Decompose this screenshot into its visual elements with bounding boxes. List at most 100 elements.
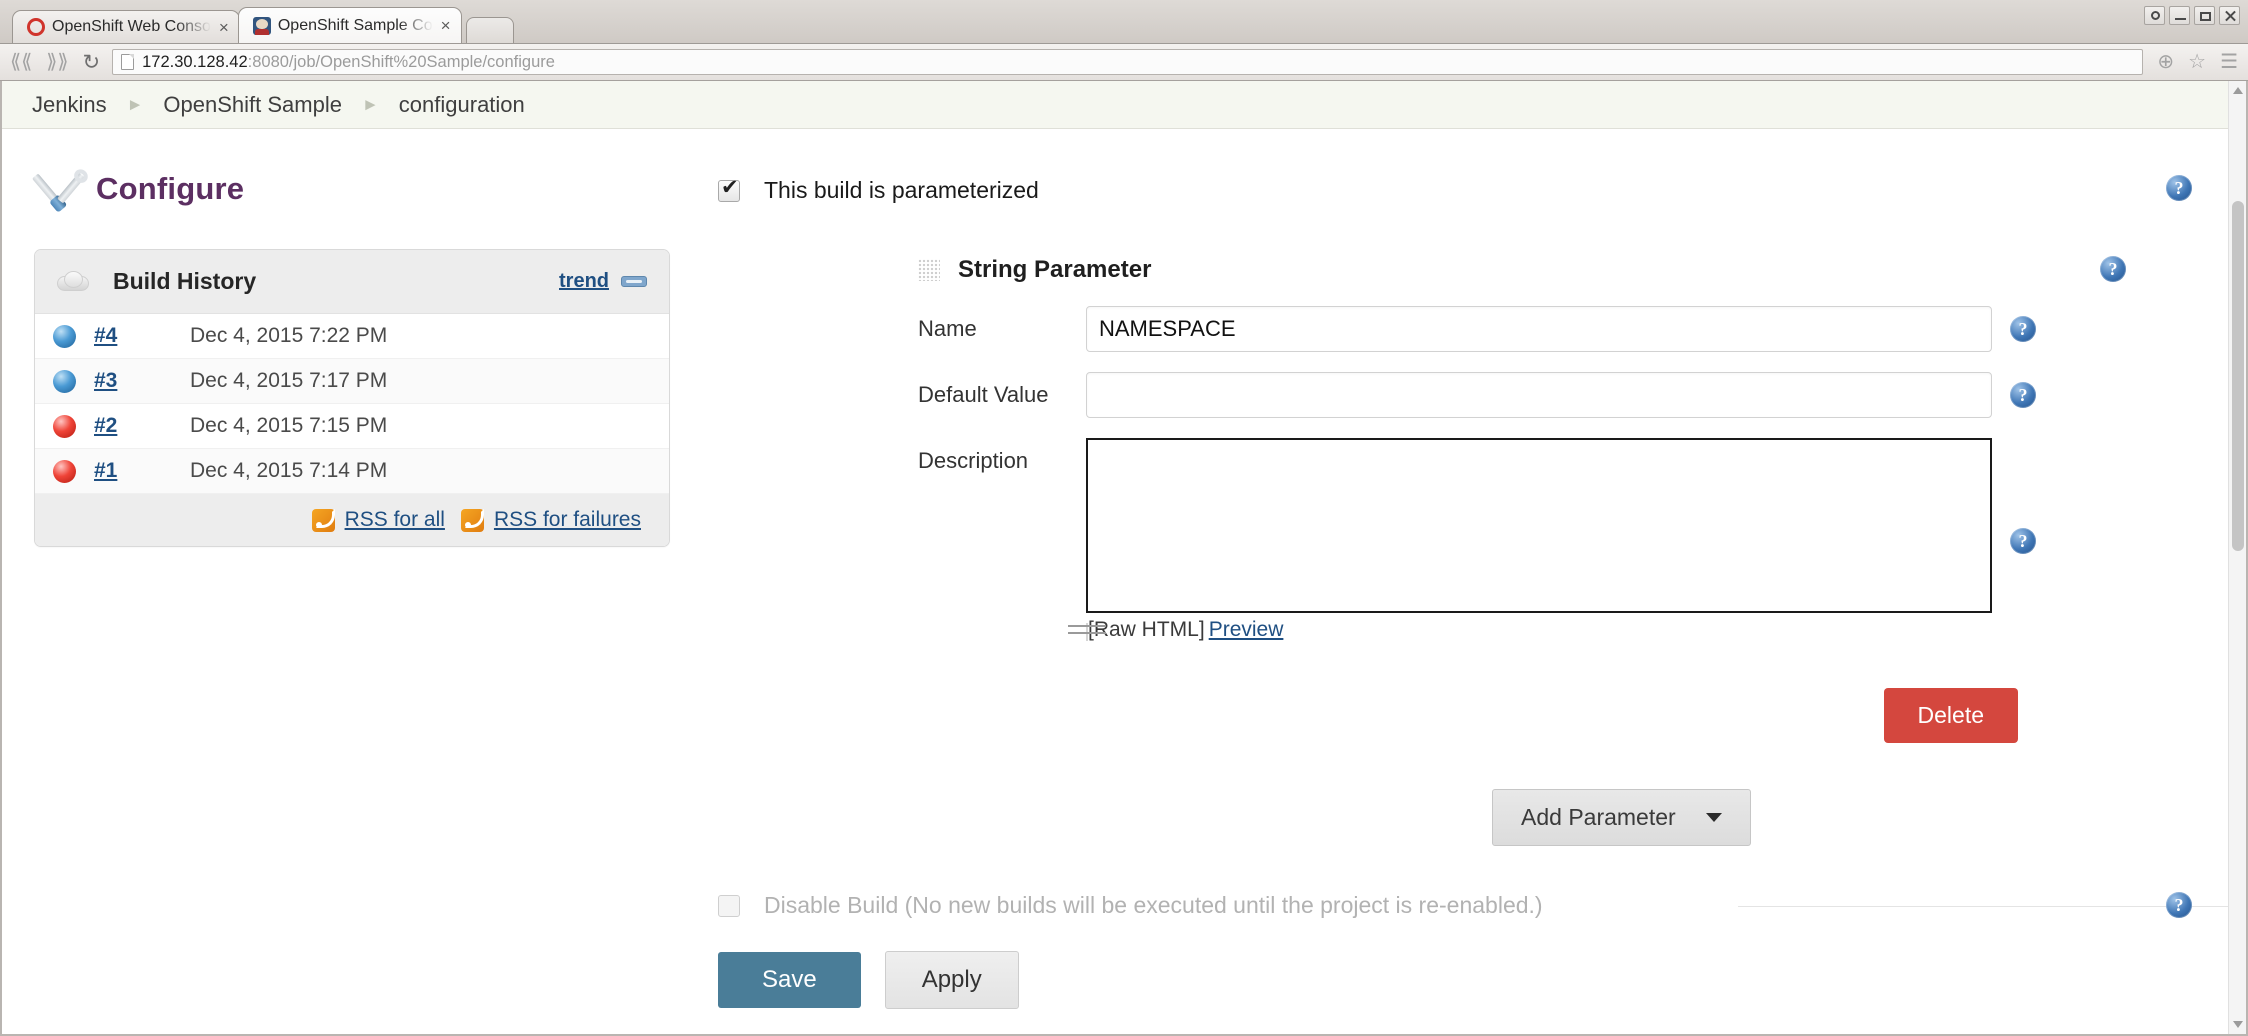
- build-number-link[interactable]: #3: [94, 369, 190, 393]
- string-parameter-header: String Parameter ?: [918, 256, 2126, 284]
- tools-icon: [32, 167, 85, 211]
- help-icon[interactable]: ?: [2010, 382, 2036, 408]
- user-icon[interactable]: [2144, 6, 2165, 25]
- close-icon[interactable]: ×: [441, 17, 451, 34]
- string-parameter-title: String Parameter: [958, 256, 1152, 283]
- build-list: #4 Dec 4, 2015 7:22 PM #3 Dec 4, 2015 7:…: [35, 314, 669, 494]
- scroll-down-arrow-icon[interactable]: [2233, 1021, 2243, 1028]
- table-row[interactable]: #1 Dec 4, 2015 7:14 PM: [35, 449, 669, 494]
- preview-link[interactable]: Preview: [1209, 618, 1284, 641]
- page-title-text: Configure: [96, 171, 245, 206]
- help-icon[interactable]: ?: [2010, 316, 2036, 342]
- back-icon[interactable]: ⟪⟪: [10, 52, 32, 72]
- browser-tab-openshift-web-console[interactable]: OpenShift Web Conso ×: [12, 10, 240, 43]
- nav-buttons: ⟪⟪ ⟫⟫ ↻: [10, 52, 100, 73]
- window-controls: [2144, 6, 2240, 25]
- build-date: Dec 4, 2015 7:15 PM: [190, 414, 388, 437]
- configure-form: This build is parameterized ? String Par…: [702, 129, 2228, 1033]
- build-history-title: Build History: [113, 268, 257, 294]
- scroll-up-arrow-icon[interactable]: [2233, 87, 2243, 94]
- apply-button[interactable]: Apply: [884, 951, 1019, 1009]
- default-value-input[interactable]: [1086, 372, 1992, 418]
- sidebar: Configure Build History trend #4 Dec 4, …: [2, 129, 702, 1033]
- page-icon: [121, 54, 135, 70]
- description-label: Description: [918, 448, 1029, 473]
- table-row[interactable]: #4 Dec 4, 2015 7:22 PM: [35, 314, 669, 359]
- raw-html-row: [Raw HTML] Preview: [1088, 618, 1283, 641]
- name-input[interactable]: [1086, 306, 1992, 352]
- rss-for-all-link[interactable]: RSS for all: [345, 508, 445, 532]
- tab-strip: OpenShift Web Conso × OpenShift Sample C…: [12, 0, 514, 43]
- build-history-panel: Build History trend #4 Dec 4, 2015 7:22 …: [34, 249, 670, 547]
- rss-icon: [311, 508, 335, 532]
- table-row[interactable]: #3 Dec 4, 2015 7:17 PM: [35, 359, 669, 404]
- build-number-link[interactable]: #2: [94, 414, 190, 438]
- parameterized-label: This build is parameterized: [764, 177, 1039, 203]
- forward-icon[interactable]: ⟫⟫: [46, 52, 68, 72]
- delete-button[interactable]: Delete: [1883, 688, 2018, 743]
- new-tab-button[interactable]: [465, 17, 514, 43]
- build-number-link[interactable]: #4: [94, 324, 190, 348]
- page-title: Configure: [32, 167, 702, 211]
- openshift-icon: [27, 18, 45, 36]
- name-field-row: Name ?: [918, 306, 2036, 352]
- navbar-right-icons: ⊕ ☆ ☰: [2157, 52, 2238, 72]
- table-row[interactable]: #2 Dec 4, 2015 7:15 PM: [35, 404, 669, 449]
- build-history-footer: RSS for all RSS for failures: [35, 494, 669, 546]
- browser-window: OpenShift Web Conso × OpenShift Sample C…: [0, 0, 2248, 1036]
- build-status-icon: [53, 414, 76, 438]
- build-number-link[interactable]: #1: [94, 459, 190, 483]
- browser-tab-openshift-sample-config[interactable]: OpenShift Sample Co ×: [237, 7, 462, 43]
- url-bar[interactable]: 172.30.128.42:8080/job/OpenShift%20Sampl…: [112, 49, 2144, 75]
- divider: [1738, 905, 2228, 907]
- disable-build-label: Disable Build (No new builds will be exe…: [764, 892, 1543, 918]
- parameterized-row: This build is parameterized ?: [702, 153, 2228, 204]
- reload-icon[interactable]: ↻: [83, 52, 101, 73]
- build-date: Dec 4, 2015 7:14 PM: [190, 459, 388, 482]
- help-icon[interactable]: ?: [2166, 892, 2192, 918]
- save-button[interactable]: Save: [718, 952, 861, 1008]
- description-textarea[interactable]: [1086, 438, 1992, 613]
- tab-title: OpenShift Web Conso: [52, 18, 211, 35]
- build-history-header: Build History trend: [35, 250, 669, 314]
- collapse-bar-icon[interactable]: [621, 276, 647, 287]
- help-icon[interactable]: ?: [2100, 256, 2126, 282]
- scrollbar-thumb[interactable]: [2232, 201, 2244, 551]
- description-field-row: Description [Raw HTML] Preview ?: [918, 438, 2036, 642]
- zoom-icon[interactable]: ⊕: [2157, 52, 2174, 72]
- bookmark-star-icon[interactable]: ☆: [2188, 52, 2206, 72]
- maximize-icon[interactable]: [2194, 6, 2215, 25]
- cloud-icon: [57, 270, 91, 293]
- resize-handle[interactable]: [1086, 623, 1088, 641]
- help-icon[interactable]: ?: [2166, 175, 2192, 201]
- disable-build-checkbox[interactable]: [718, 894, 740, 917]
- minimize-icon[interactable]: [2169, 6, 2190, 25]
- add-parameter-label: Add Parameter: [1521, 804, 1676, 830]
- build-date: Dec 4, 2015 7:22 PM: [190, 324, 388, 347]
- add-parameter-row: Add Parameter: [1492, 789, 2228, 846]
- chevron-right-icon: ►: [361, 94, 379, 114]
- menu-icon[interactable]: ☰: [2220, 52, 2238, 72]
- form-actions: Save Apply: [718, 951, 2228, 1009]
- tab-title: OpenShift Sample Co: [277, 16, 433, 34]
- breadcrumb-item-jenkins[interactable]: Jenkins: [32, 92, 107, 118]
- help-icon[interactable]: ?: [2010, 528, 2036, 554]
- page-scrollbar[interactable]: [2228, 81, 2246, 1034]
- drag-handle-icon[interactable]: [918, 259, 940, 281]
- build-date: Dec 4, 2015 7:17 PM: [190, 369, 388, 392]
- string-parameter-block: String Parameter ? Name ? Default Value …: [918, 256, 2126, 743]
- trend-link[interactable]: trend: [559, 270, 609, 293]
- page-viewport: Jenkins ► OpenShift Sample ► configurati…: [0, 81, 2248, 1036]
- default-value-label: Default Value: [918, 382, 1049, 407]
- close-icon[interactable]: [2219, 6, 2240, 25]
- chevron-down-icon: [1705, 813, 1722, 822]
- close-icon[interactable]: ×: [219, 19, 229, 36]
- parameterized-checkbox[interactable]: [718, 177, 740, 202]
- breadcrumb-item-configuration[interactable]: configuration: [399, 92, 525, 118]
- breadcrumb-item-openshift-sample[interactable]: OpenShift Sample: [163, 92, 342, 118]
- disable-build-row: Disable Build (No new builds will be exe…: [718, 892, 2228, 919]
- rss-icon: [460, 508, 484, 532]
- rss-for-failures-link[interactable]: RSS for failures: [494, 508, 641, 532]
- url-host: 172.30.128.42: [142, 52, 248, 71]
- add-parameter-button[interactable]: Add Parameter: [1492, 789, 1751, 846]
